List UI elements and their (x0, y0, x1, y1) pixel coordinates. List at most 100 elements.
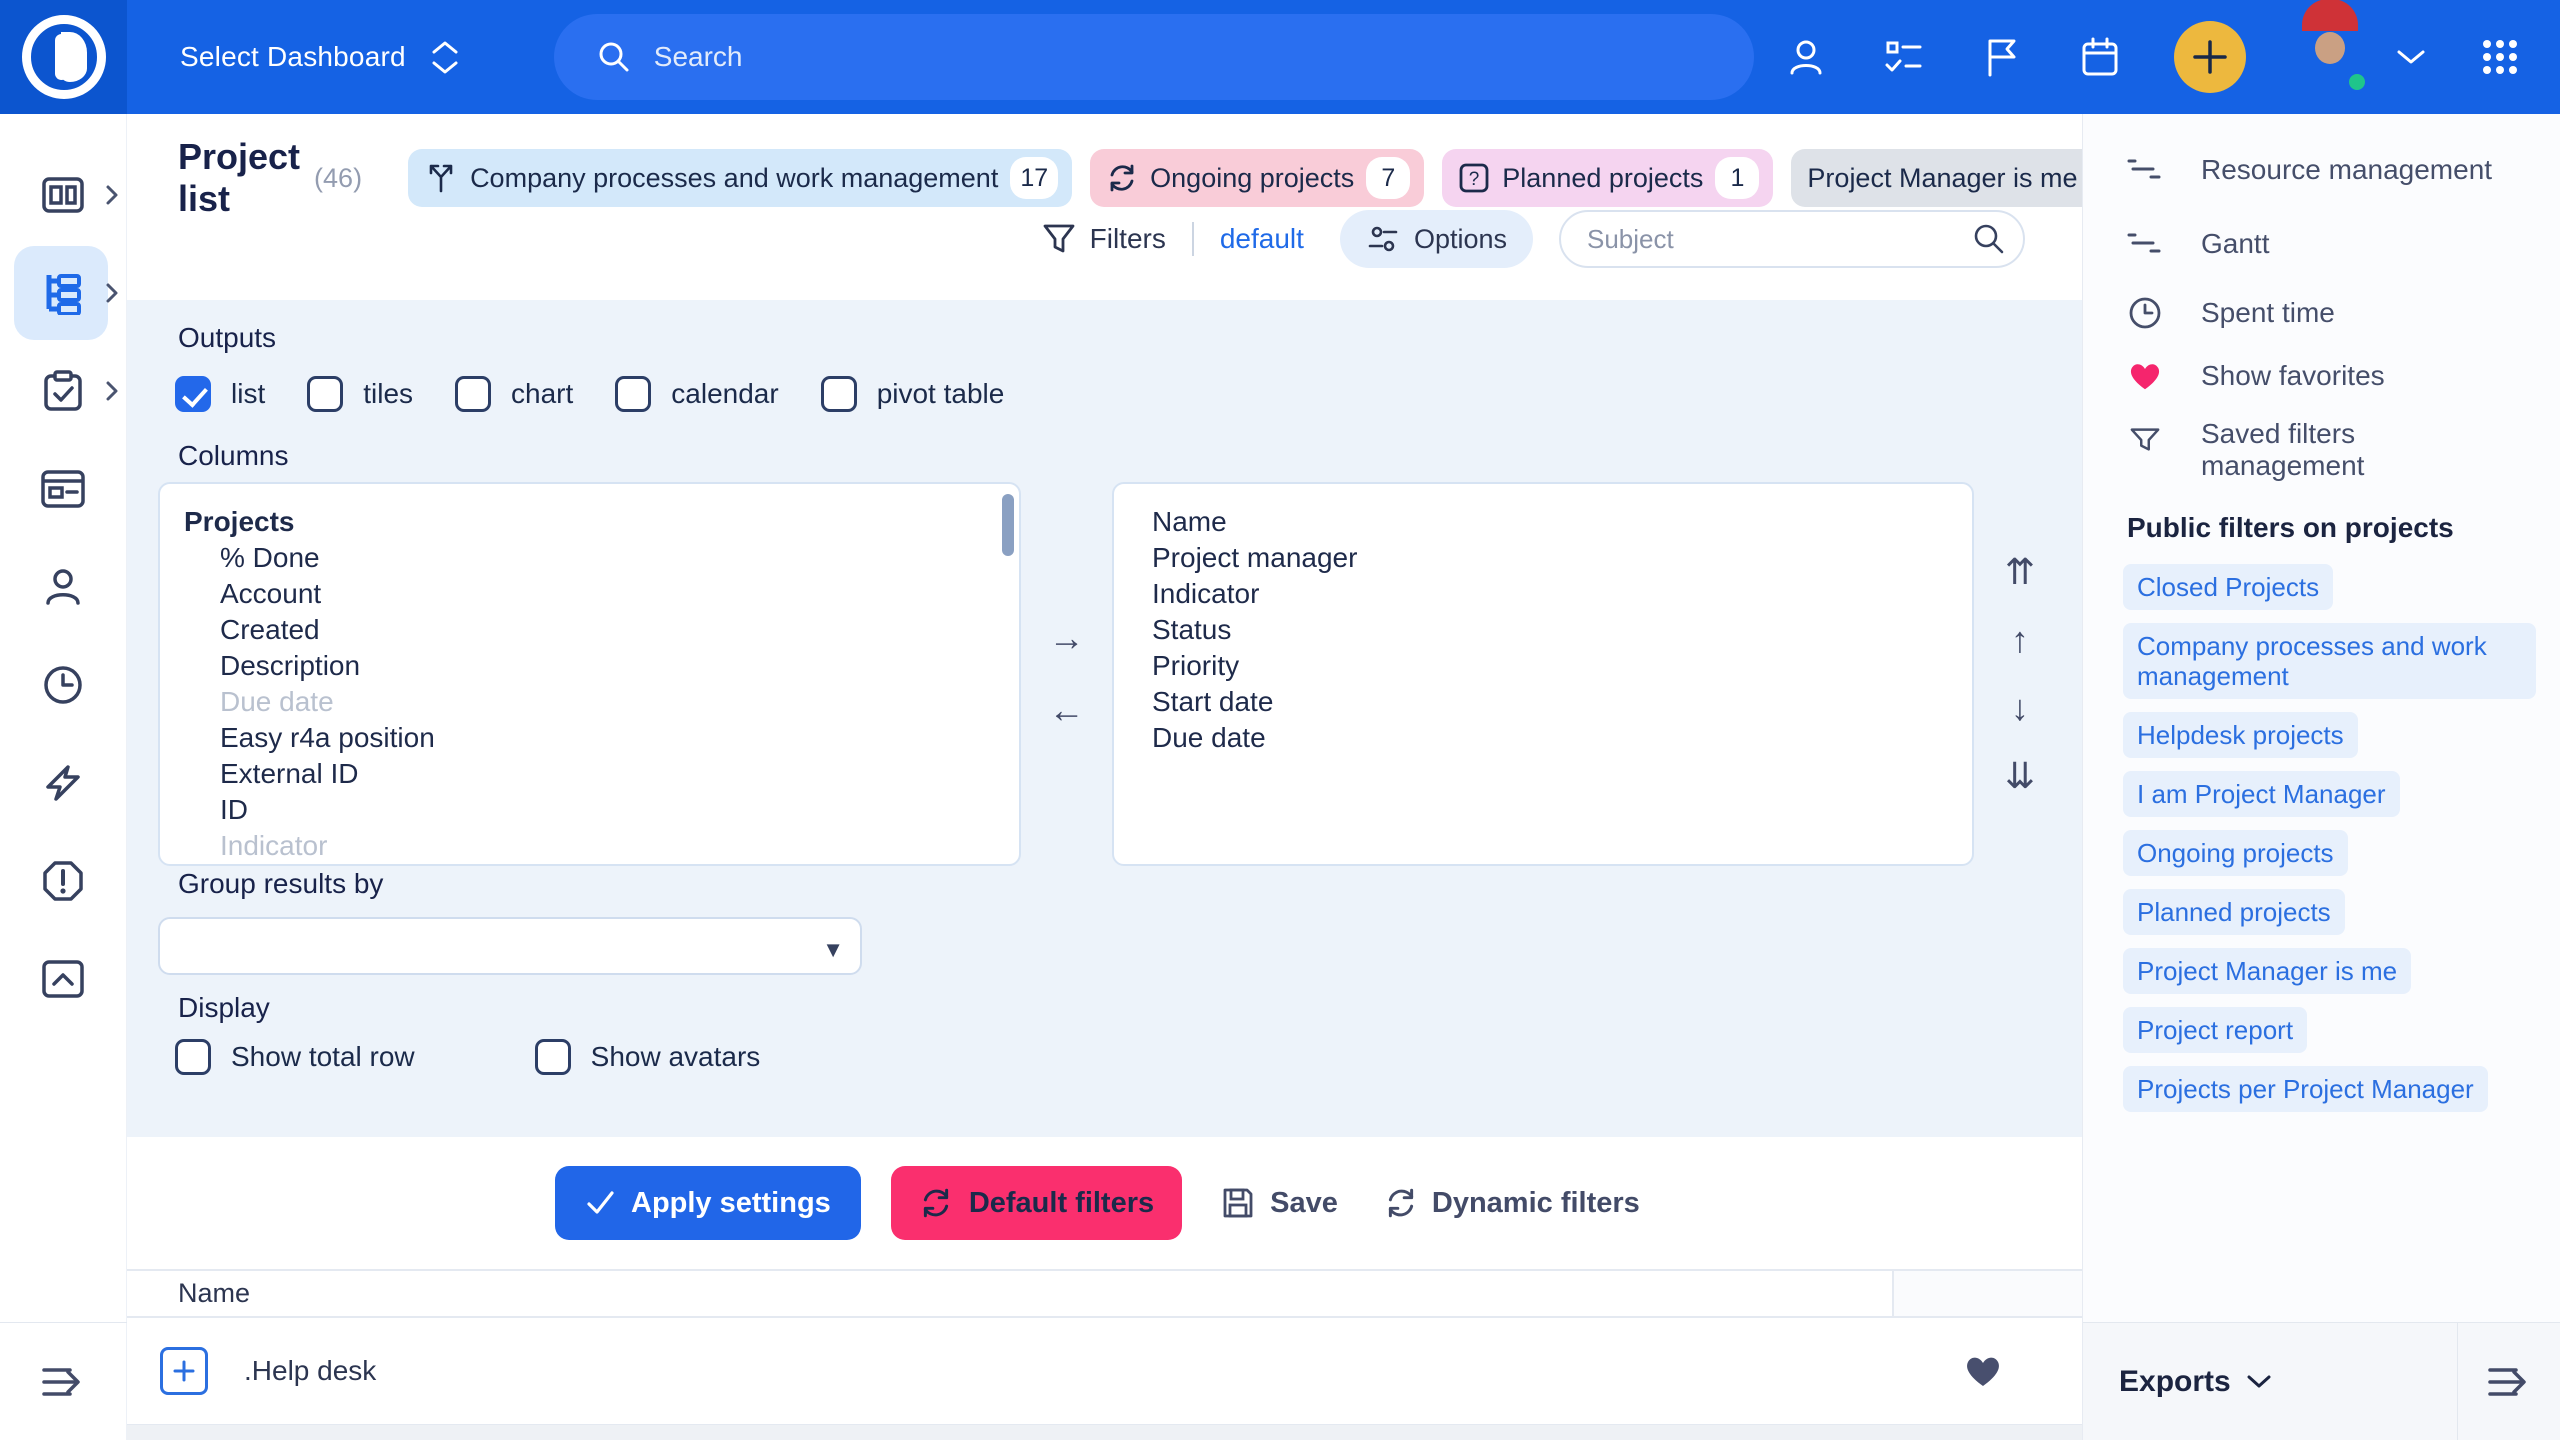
dynamic-filters-button[interactable]: Dynamic filters (1376, 1166, 1648, 1240)
sidebar-item-quick-actions[interactable] (0, 734, 127, 832)
move-top-button[interactable]: ⇈ (2005, 554, 2035, 590)
column-selected[interactable]: Name (1138, 504, 1948, 540)
dashboard-selector[interactable]: Select Dashboard (180, 41, 458, 74)
page-title: Project list (178, 136, 300, 220)
group-by-label: Group results by (178, 868, 383, 900)
app-grid-icon[interactable] (2476, 33, 2524, 81)
sidebar-item-spent-time[interactable] (0, 636, 127, 734)
favorite-heart-icon[interactable] (1964, 1354, 2002, 1388)
move-bottom-button[interactable]: ⇊ (2005, 758, 2035, 794)
save-icon (1220, 1185, 1256, 1221)
user-avatar[interactable] (2296, 23, 2364, 91)
right-panel-item-saved-filters[interactable]: Saved filters management (2127, 418, 2530, 482)
column-selected[interactable]: Status (1138, 612, 1948, 648)
public-filter-link[interactable]: Company processes and work management (2123, 623, 2536, 699)
output-checkbox-tiles[interactable]: tiles (307, 376, 413, 412)
sidebar-item-archive[interactable] (0, 930, 127, 1028)
show-avatars-checkbox[interactable]: Show avatars (535, 1039, 761, 1075)
column-selected[interactable]: Project manager (1138, 540, 1948, 576)
avatar-chevron-down-icon[interactable] (2396, 49, 2426, 65)
column-option[interactable]: Account (184, 576, 995, 612)
public-filter-link[interactable]: Closed Projects (2123, 564, 2333, 610)
public-filter-link[interactable]: Project Manager is me (2123, 948, 2411, 994)
clock-icon (2127, 296, 2163, 330)
chip-count: 1 (1715, 157, 1759, 199)
column-option[interactable]: Projects (184, 504, 995, 540)
column-selected[interactable]: Start date (1138, 684, 1948, 720)
sidebar-item-users[interactable] (0, 538, 127, 636)
table-row[interactable]: .Help desk (127, 1318, 2082, 1424)
search-icon[interactable] (1971, 221, 2007, 257)
public-filter-link[interactable]: I am Project Manager (2123, 771, 2400, 817)
filter-chip-ongoing-projects[interactable]: Ongoing projects 7 (1090, 149, 1424, 207)
column-option[interactable]: Due date (184, 684, 995, 720)
panel-collapse-button[interactable] (2457, 1323, 2560, 1440)
column-option[interactable]: Created (184, 612, 995, 648)
sidebar-item-projects[interactable] (0, 244, 127, 342)
right-panel-item-resource-management[interactable]: Resource management (2127, 154, 2530, 186)
right-panel-item-gantt[interactable]: Gantt (2127, 228, 2530, 260)
flag-icon[interactable] (1978, 33, 2026, 81)
column-selected[interactable]: Due date (1138, 720, 1948, 756)
exports-button[interactable]: Exports (2119, 1365, 2457, 1399)
output-checkbox-calendar[interactable]: calendar (615, 376, 778, 412)
filter-chip-company-processes[interactable]: Company processes and work management 17 (408, 149, 1072, 207)
sidebar-item-news[interactable] (0, 440, 127, 538)
sidebar-item-alerts[interactable] (0, 832, 127, 930)
available-columns-listbox[interactable]: Projects% DoneAccountCreatedDescriptionD… (158, 482, 1021, 866)
move-left-button[interactable]: ← (1049, 692, 1085, 728)
right-panel-item-spent-time[interactable]: Spent time (2127, 296, 2530, 330)
gantt-lines-icon (2127, 231, 2163, 257)
column-selected[interactable]: Priority (1138, 648, 1948, 684)
apply-settings-button[interactable]: Apply settings (555, 1166, 861, 1240)
sidebar-item-dashboards[interactable] (0, 146, 127, 244)
output-checkbox-list[interactable]: list (175, 376, 265, 412)
expand-row-button[interactable] (160, 1347, 208, 1395)
right-panel-item-show-favorites[interactable]: Show favorites (2127, 360, 2530, 392)
project-name[interactable]: .Help desk (244, 1355, 376, 1387)
public-filter-link[interactable]: Helpdesk projects (2123, 712, 2358, 758)
selected-columns-listbox[interactable]: NameProject managerIndicatorStatusPriori… (1112, 482, 1974, 866)
public-filter-link[interactable]: Project report (2123, 1007, 2307, 1053)
calendar-icon[interactable] (2076, 33, 2124, 81)
group-by-select[interactable]: ▼ (158, 917, 862, 975)
subject-search-input[interactable] (1559, 210, 2025, 268)
options-button[interactable]: Options (1340, 210, 1533, 268)
output-checkbox-pivot-table[interactable]: pivot table (821, 376, 1005, 412)
filter-chip-planned-projects[interactable]: ? Planned projects 1 (1442, 149, 1773, 207)
move-down-button[interactable]: ↓ (2011, 690, 2029, 726)
column-option[interactable]: % Done (184, 540, 995, 576)
public-filter-link[interactable]: Planned projects (2123, 889, 2345, 935)
sidebar-expand-button[interactable] (0, 1322, 127, 1440)
funnel-icon (2127, 424, 2163, 456)
sidebar-item-tasks[interactable] (0, 342, 127, 440)
sync-icon (1384, 1186, 1418, 1220)
scrollbar-thumb[interactable] (1002, 494, 1014, 556)
public-filters-list: Closed Projects Company processes and wor… (2083, 544, 2560, 1112)
column-option[interactable]: External ID (184, 756, 995, 792)
column-option[interactable]: Easy r4a position (184, 720, 995, 756)
output-checkbox-chart[interactable]: chart (455, 376, 573, 412)
global-search-input[interactable]: Search (554, 14, 1754, 100)
default-filter-link[interactable]: default (1220, 223, 1304, 255)
checkbox-icon (455, 376, 491, 412)
column-option[interactable]: ID (184, 792, 995, 828)
move-right-button[interactable]: → (1049, 620, 1085, 656)
show-total-row-checkbox[interactable]: Show total row (175, 1039, 415, 1075)
app-logo[interactable] (0, 0, 127, 114)
column-option[interactable]: Indicator (184, 828, 995, 864)
user-profile-icon[interactable] (1782, 33, 1830, 81)
table-header-name[interactable]: Name (127, 1271, 1892, 1316)
filters-button[interactable]: Filters (1042, 222, 1166, 256)
save-button[interactable]: Save (1212, 1166, 1346, 1240)
easy-project-logo-icon (22, 15, 106, 99)
column-option[interactable]: Description (184, 648, 995, 684)
tasks-checklist-icon[interactable] (1880, 33, 1928, 81)
default-filters-button[interactable]: Default filters (891, 1166, 1182, 1240)
quick-add-button[interactable] (2174, 21, 2246, 93)
public-filter-link[interactable]: Ongoing projects (2123, 830, 2348, 876)
move-up-button[interactable]: ↑ (2011, 622, 2029, 658)
chevron-right-icon (105, 282, 119, 304)
public-filter-link[interactable]: Projects per Project Manager (2123, 1066, 2488, 1112)
column-selected[interactable]: Indicator (1138, 576, 1948, 612)
